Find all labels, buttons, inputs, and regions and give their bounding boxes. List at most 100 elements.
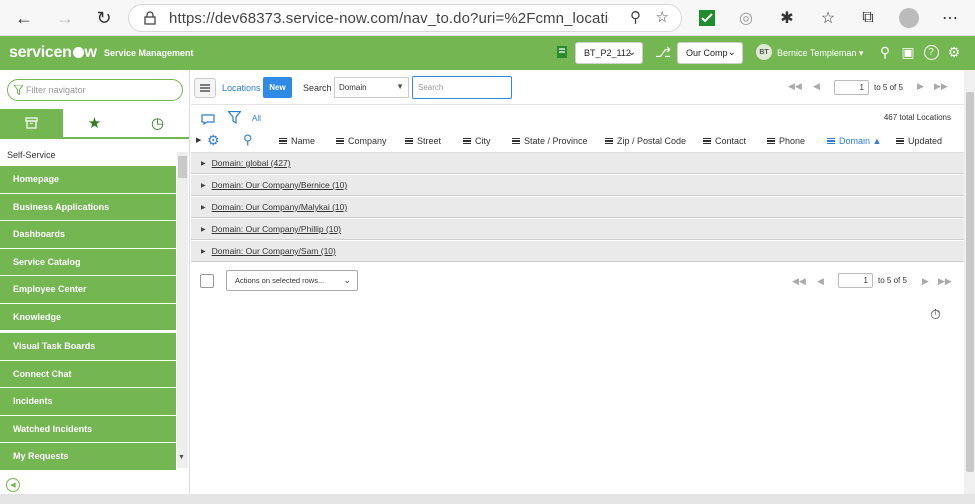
group-row[interactable]: ▶ Domain: Our Company/Bernice (10) <box>191 175 964 196</box>
page-number-input[interactable]: 1 <box>838 273 873 288</box>
nav-item-homepage[interactable]: Homepage <box>0 166 176 194</box>
global-search-icon[interactable]: ⚲ <box>876 43 894 61</box>
servicenow-logo[interactable]: servicen w <box>9 44 97 62</box>
expand-triangle-icon[interactable]: ▶ <box>201 248 206 255</box>
group-row[interactable]: ▶ Domain: Our Company/Malykai (10) <box>191 197 964 218</box>
page-number-input[interactable]: 1 <box>834 80 869 95</box>
scroll-down-arrow-icon[interactable]: ▼ <box>178 454 185 461</box>
nav-item-business-applications[interactable]: Business Applications <box>0 193 176 221</box>
last-page-icon[interactable]: ▶▶ <box>934 81 948 92</box>
connect-chat-icon[interactable]: ▣ <box>899 43 917 61</box>
list-menu-button[interactable] <box>194 78 216 98</box>
search-field-select[interactable]: Domain ▼ <box>334 77 409 98</box>
tab-favorites[interactable]: ★ <box>63 109 126 139</box>
expand-triangle-icon[interactable]: ▶ <box>201 160 206 167</box>
filter-icon[interactable] <box>227 110 242 129</box>
group-label[interactable]: Domain: Our Company/Phillip (10) <box>212 224 341 234</box>
favorites-icon[interactable]: ☆ <box>817 7 839 29</box>
column-menu-icon <box>703 138 711 144</box>
column-phone[interactable]: Phone <box>767 136 805 146</box>
activity-stream-icon[interactable] <box>201 112 215 130</box>
group-label[interactable]: Domain: Our Company/Bernice (10) <box>212 180 348 190</box>
next-page-icon[interactable]: ▶ <box>917 81 924 92</box>
page-scrollbar-thumb[interactable] <box>966 92 974 472</box>
group-row[interactable]: ▶ Domain: global (427) <box>191 153 964 174</box>
previous-page-icon[interactable]: ◀ <box>817 276 824 287</box>
forward-icon[interactable]: → <box>52 5 78 31</box>
search-input[interactable]: Search <box>412 76 512 99</box>
group-row[interactable]: ▶ Domain: Our Company/Phillip (10) <box>191 219 964 240</box>
filter-navigator-input[interactable]: Filter navigator <box>7 79 183 101</box>
first-page-icon[interactable]: ◀◀ <box>792 276 806 287</box>
user-name: Bernice Templeman <box>777 48 857 58</box>
select-all-checkbox[interactable] <box>200 274 214 288</box>
refresh-icon[interactable]: ↻ <box>91 5 117 31</box>
nav-item-service-catalog[interactable]: Service Catalog <box>0 248 176 276</box>
update-set-select[interactable]: BT_P2_112 ⌄ <box>575 42 643 64</box>
expand-all-icon[interactable]: ▶ <box>196 136 201 144</box>
group-label[interactable]: Domain: Our Company/Malykai (10) <box>212 202 348 212</box>
last-page-icon[interactable]: ▶▶ <box>938 276 952 287</box>
domain-tree-icon[interactable]: ⎇ <box>654 43 672 61</box>
expand-triangle-icon[interactable]: ▶ <box>201 226 206 233</box>
avatar[interactable]: BT <box>756 44 772 60</box>
favorite-add-icon[interactable]: ☆ <box>656 8 669 26</box>
settings-gear-icon[interactable]: ⚙ <box>945 43 963 61</box>
previous-page-icon[interactable]: ◀ <box>813 81 820 92</box>
next-page-icon[interactable]: ▶ <box>922 276 929 287</box>
profile-icon[interactable] <box>898 7 920 29</box>
column-street[interactable]: Street <box>405 136 441 146</box>
breadcrumb-all[interactable]: All <box>252 114 261 123</box>
new-button[interactable]: New <box>263 77 292 98</box>
column-updated[interactable]: Updated <box>896 136 942 146</box>
page-range-text: to 5 of 5 <box>878 276 907 285</box>
group-label[interactable]: Domain: Our Company/Sam (10) <box>212 246 336 256</box>
personalize-list-gear-icon[interactable]: ⚙ <box>207 132 220 149</box>
update-set-icon[interactable] <box>553 43 571 61</box>
actions-select[interactable]: Actions on selected rows... ⌄ <box>226 270 358 291</box>
group-row[interactable]: ▶ Domain: Our Company/Sam (10) <box>191 241 964 262</box>
tab-history[interactable]: ◷ <box>126 109 189 139</box>
nav-item-connect-chat[interactable]: Connect Chat <box>0 360 176 388</box>
column-contact[interactable]: Contact <box>703 136 746 146</box>
collapse-navigator-icon[interactable]: ◀ <box>6 478 20 492</box>
app-subtitle: Service Management <box>104 48 194 58</box>
tab-all-applications[interactable] <box>0 109 63 139</box>
list-title[interactable]: Locations <box>222 83 261 93</box>
domain-select[interactable]: Our Comp ⌄ <box>677 42 743 64</box>
first-page-icon[interactable]: ◀◀ <box>788 81 802 92</box>
nav-item-my-requests[interactable]: My Requests <box>0 443 176 471</box>
column-menu-icon <box>827 138 835 144</box>
nav-scrollbar[interactable] <box>177 152 188 468</box>
column-domain[interactable]: Domain ▲ <box>827 136 881 146</box>
column-state-province[interactable]: State / Province <box>512 136 588 146</box>
extensions-puzzle-icon[interactable]: ✱ <box>776 7 798 29</box>
help-icon[interactable]: ? <box>922 43 940 61</box>
extension-icon[interactable]: ◎ <box>735 7 757 29</box>
collections-icon[interactable]: ⧉ <box>857 7 879 29</box>
column-name[interactable]: Name <box>279 136 315 146</box>
back-icon[interactable]: ← <box>11 5 37 31</box>
expand-triangle-icon[interactable]: ▶ <box>201 182 206 189</box>
user-menu[interactable]: Bernice Templeman ▾ <box>777 48 863 59</box>
nav-item-visual-task-boards[interactable]: Visual Task Boards <box>0 333 176 361</box>
more-icon[interactable]: ⋯ <box>939 7 961 29</box>
search-columns-icon[interactable]: ⚲ <box>243 132 253 148</box>
column-zip-postal-code[interactable]: Zip / Postal Code <box>605 136 686 146</box>
extension-check-icon[interactable] <box>696 7 718 29</box>
horizontal-scrollbar[interactable] <box>0 494 975 504</box>
expand-triangle-icon[interactable]: ▶ <box>201 204 206 211</box>
group-label[interactable]: Domain: global (427) <box>212 158 291 168</box>
nav-item-knowledge[interactable]: Knowledge <box>0 303 176 331</box>
nav-scrollbar-thumb[interactable] <box>178 156 187 178</box>
address-bar[interactable]: https://dev68373.service-now.com/nav_to.… <box>128 4 682 32</box>
nav-item-incidents[interactable]: Incidents <box>0 388 176 416</box>
stopwatch-icon[interactable]: ⏱ <box>930 306 941 323</box>
nav-item-dashboards[interactable]: Dashboards <box>0 221 176 249</box>
column-company[interactable]: Company <box>336 136 387 146</box>
filter-icon <box>14 85 23 95</box>
zoom-icon[interactable]: ⚲ <box>630 8 641 26</box>
column-city[interactable]: City <box>463 136 491 146</box>
nav-item-employee-center[interactable]: Employee Center <box>0 276 176 304</box>
nav-item-watched-incidents[interactable]: Watched Incidents <box>0 415 176 443</box>
